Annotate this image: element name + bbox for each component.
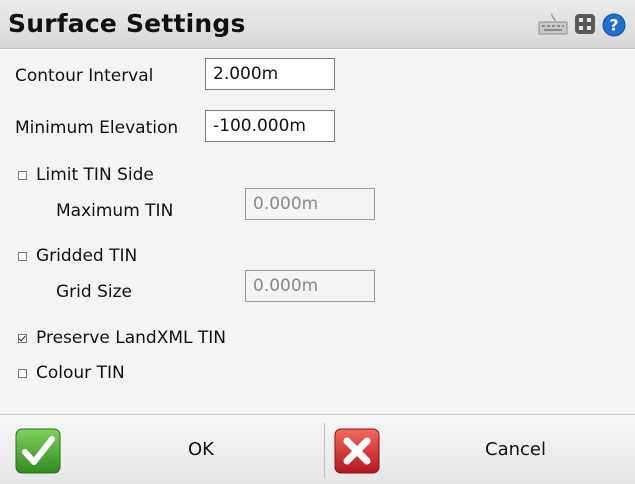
maximum-tin-field[interactable]: 0.000m bbox=[245, 188, 375, 220]
minimum-elevation-field[interactable]: -100.000m bbox=[205, 110, 335, 142]
colour-tin-label: Colour TIN bbox=[36, 363, 125, 383]
limit-tin-side-label: Limit TIN Side bbox=[36, 165, 154, 185]
preserve-landxml-tin-label: Preserve LandXML TIN bbox=[36, 328, 227, 348]
gridded-tin-label: Gridded TIN bbox=[36, 246, 138, 266]
contour-interval-field[interactable]: 2.000m bbox=[205, 58, 335, 90]
cancel-button[interactable]: Cancel bbox=[325, 415, 635, 484]
help-icon[interactable]: ? bbox=[602, 13, 626, 37]
cancel-label: Cancel bbox=[485, 439, 546, 460]
maximum-tin-label: Maximum TIN bbox=[56, 201, 174, 221]
close-icon bbox=[334, 428, 380, 474]
keyboard-icon[interactable] bbox=[538, 13, 568, 35]
checkmark-icon bbox=[15, 428, 61, 474]
preserve-landxml-tin-checkbox[interactable] bbox=[18, 334, 27, 343]
title-bar: Surface Settings ? bbox=[0, 0, 635, 49]
ok-label: OK bbox=[188, 439, 214, 460]
svg-text:?: ? bbox=[609, 16, 618, 35]
limit-tin-side-checkbox[interactable] bbox=[18, 171, 27, 180]
button-bar: OK Cancel bbox=[0, 414, 635, 484]
contour-interval-label: Contour Interval bbox=[15, 66, 154, 86]
apps-grid-icon[interactable] bbox=[574, 13, 596, 35]
page-title: Surface Settings bbox=[8, 9, 246, 38]
minimum-elevation-label: Minimum Elevation bbox=[15, 118, 179, 138]
colour-tin-checkbox[interactable] bbox=[18, 369, 27, 378]
gridded-tin-checkbox[interactable] bbox=[18, 252, 27, 261]
grid-size-field[interactable]: 0.000m bbox=[245, 270, 375, 302]
ok-button[interactable]: OK bbox=[0, 415, 324, 484]
grid-size-label: Grid Size bbox=[56, 282, 132, 302]
